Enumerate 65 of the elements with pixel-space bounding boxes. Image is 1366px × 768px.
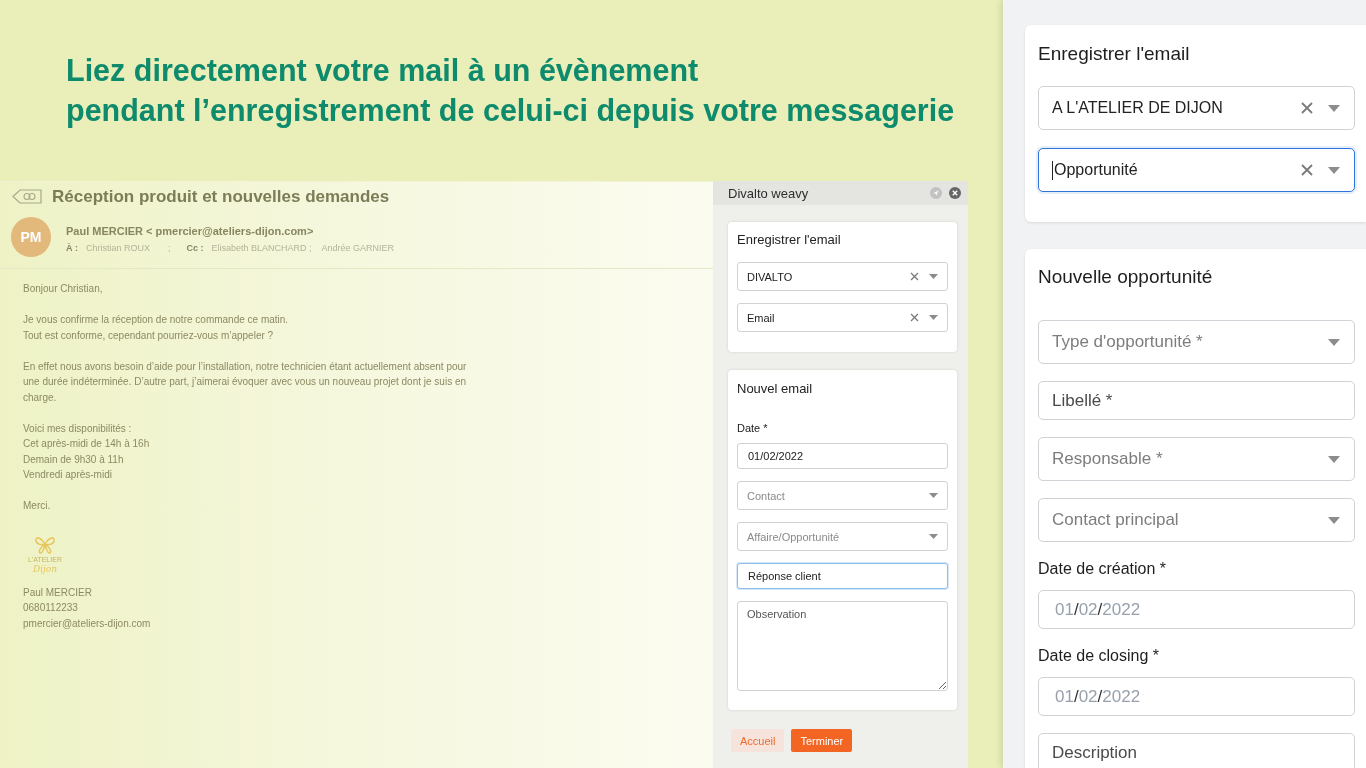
logo-text: Dijon	[32, 563, 58, 575]
text-cursor-icon	[1052, 160, 1053, 180]
date-field[interactable]: 01/02/2022	[1038, 677, 1355, 716]
caret-icon[interactable]	[1328, 166, 1340, 174]
clear-icon[interactable]	[1301, 102, 1313, 114]
email-text: Merci.	[23, 499, 51, 513]
dropdown-field[interactable]: Type d'opportunité *	[1038, 320, 1355, 364]
caret-icon[interactable]	[929, 274, 938, 279]
textarea-field[interactable]: Observation	[737, 601, 948, 691]
dropdown-field[interactable]: Responsable *	[1038, 437, 1355, 481]
pointer-icon[interactable]	[930, 187, 942, 199]
recipient-label: Cc :	[186, 242, 204, 254]
panel-title: Divalto weavy	[728, 185, 809, 201]
text-field[interactable]: Description	[1038, 733, 1355, 768]
recipient-name: Andrée GARNIER	[321, 242, 395, 254]
card-title: Enregistrer l'email	[737, 231, 842, 249]
field-label: Date de closing *	[1038, 646, 1160, 666]
date-field[interactable]: 01/02/2022	[1038, 590, 1355, 629]
dropdown-field[interactable]: DIVALTO	[737, 262, 948, 291]
sender-address: Paul MERCIER < pmercier@ateliers-dijon.com>	[66, 224, 314, 238]
dropdown-field[interactable]: Contact principal	[1038, 498, 1355, 542]
recipient-name: Christian ROUX	[86, 242, 150, 254]
dropdown-field[interactable]: Opportunité	[1038, 148, 1355, 192]
email-text: Bonjour Christian,	[23, 282, 103, 296]
headline: pendant l’enregistrement de celui-ci depuis votre messagerie	[66, 92, 955, 130]
clear-icon[interactable]	[1301, 164, 1313, 176]
email-text: Voici mes disponibilités :	[23, 421, 132, 436]
text-field[interactable]: 01/02/2022	[737, 443, 948, 469]
signature-text: Paul MERCIER	[23, 585, 92, 600]
text-field[interactable]: Libellé *	[1038, 381, 1355, 420]
caret-icon[interactable]	[929, 493, 938, 498]
caret-icon[interactable]	[1328, 338, 1340, 346]
headline: Liez directement votre mail à un évènement	[66, 52, 699, 89]
email-text: Je vous confirme la réception de notre commande ce matin.	[23, 313, 289, 327]
caret-icon[interactable]	[1328, 455, 1340, 463]
email-text: Vendredi après-midi	[23, 468, 112, 482]
recipient-label: À :	[66, 242, 78, 254]
caret-icon[interactable]	[929, 534, 938, 539]
email-text: Tout est conforme, cependant pourriez-vous m’appeler ?	[23, 328, 274, 343]
email-text: En effet nous avons besoin d’aide pour l’installation, notre technicien étant actuellement absent pour une durée indéterminée. D’autre part, j’aimerai évoquer avec vous un nouveau projet dont je suis en charge.	[23, 359, 468, 405]
arrow-tag-icon[interactable]	[12, 189, 42, 204]
dropdown-field[interactable]: Contact	[737, 481, 948, 510]
dropdown-field[interactable]: A L'ATELIER DE DIJON	[1038, 86, 1355, 130]
avatar: PM	[11, 217, 51, 257]
recipient-name: Elisabeth BLANCHARD ;	[211, 242, 312, 254]
dropdown-field[interactable]: Affaire/Opportunité	[737, 522, 948, 551]
caret-icon[interactable]	[1328, 104, 1340, 112]
text-field[interactable]: Réponse client	[737, 563, 948, 589]
signature-text: pmercier@ateliers-dijon.com	[23, 616, 151, 631]
signature-text: 0680112233	[23, 601, 78, 615]
field-label: Date *	[737, 421, 769, 435]
card-title: Nouvel email	[737, 380, 814, 398]
clear-icon[interactable]	[910, 272, 919, 281]
email-text: Demain de 9h30 à 11h	[23, 452, 124, 467]
email-text: Cet après-midi de 14h à 16h	[23, 437, 150, 451]
dropdown-field[interactable]: Email	[737, 303, 948, 332]
caret-icon[interactable]	[1328, 516, 1340, 524]
separator-text: ;	[168, 242, 171, 254]
card-title: Nouvelle opportunité	[1038, 265, 1214, 289]
email-subject: Réception produit et nouvelles demandes	[52, 186, 390, 207]
caret-icon[interactable]	[929, 315, 938, 320]
clear-icon[interactable]	[910, 313, 919, 322]
field-label: Date de création *	[1038, 559, 1168, 579]
card-title: Enregistrer l'email	[1038, 42, 1191, 66]
close-icon[interactable]	[949, 187, 961, 199]
